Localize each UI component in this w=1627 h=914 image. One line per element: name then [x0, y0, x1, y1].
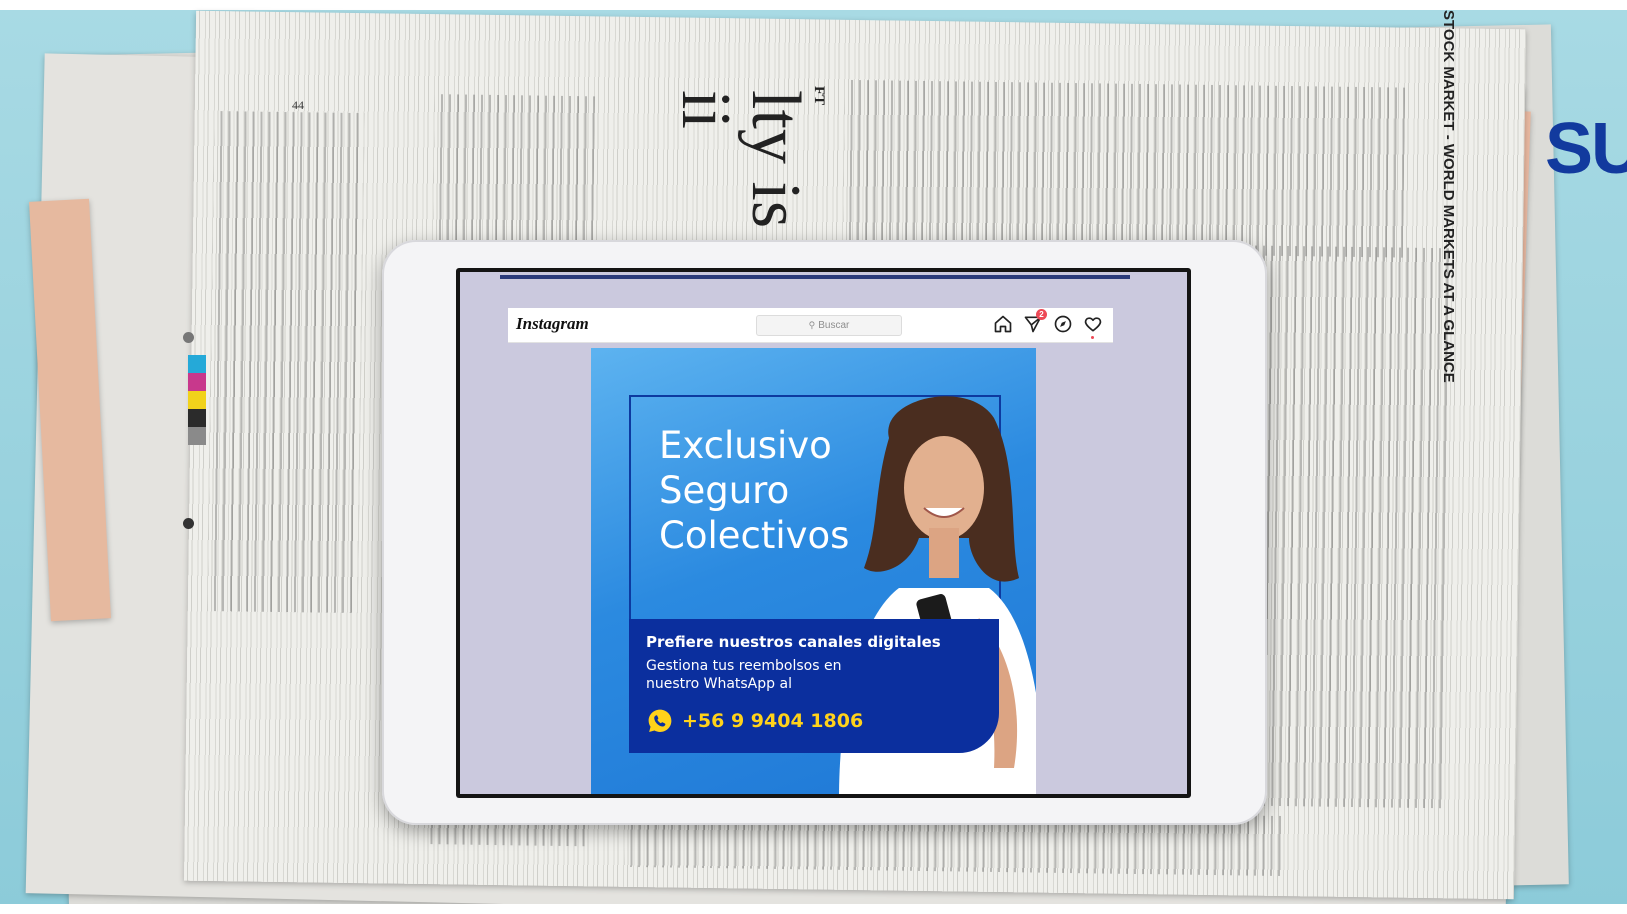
brand-logo-fragment: SU — [1545, 109, 1627, 189]
heart-icon[interactable] — [1083, 314, 1103, 339]
activity-dot — [1091, 336, 1094, 339]
search-placeholder: Buscar — [818, 320, 850, 331]
instagram-post-image[interactable]: Exclusivo Seguro Colectivos Prefiere nue… — [591, 348, 1036, 794]
phone-number: +56 9 9404 1806 — [682, 710, 864, 732]
registration-dot — [183, 332, 194, 343]
search-icon: ⚲ — [808, 320, 816, 330]
whatsapp-contact[interactable]: +56 9 9404 1806 — [646, 707, 863, 735]
newspaper-side-header: STOCK MARKET - WORLD MARKETS AT A GLANCE — [1440, 10, 1457, 383]
whatsapp-icon — [648, 709, 672, 732]
tablet-device: Instagram ⚲ Buscar 2 Exclusivo Seguro Co… — [382, 240, 1267, 825]
cta-title: Prefiere nuestros canales digitales — [646, 633, 941, 651]
instagram-nav-icons: 2 — [993, 309, 1103, 339]
background-scene: lty is ii FT STOCK MARKET - WORLD MARKET… — [0, 0, 1627, 914]
text-column — [207, 111, 365, 614]
notification-badge: 2 — [1036, 309, 1047, 320]
top-border — [0, 0, 1627, 10]
bottom-border — [0, 904, 1627, 914]
cta-panel: Prefiere nuestros canales digitales Gest… — [629, 619, 999, 753]
page-number: 44 — [292, 98, 304, 112]
ft-mark: FT — [811, 86, 827, 106]
instagram-header: Instagram ⚲ Buscar 2 — [508, 308, 1113, 343]
instagram-logo[interactable]: Instagram — [516, 314, 589, 334]
home-icon[interactable] — [993, 314, 1013, 334]
search-input[interactable]: ⚲ Buscar — [756, 315, 902, 336]
newspaper-headline: lty is ii — [667, 90, 814, 229]
cta-body: Gestiona tus reembolsos en nuestro Whats… — [646, 658, 842, 692]
screen-top-accent — [500, 275, 1130, 279]
tablet-display: Instagram ⚲ Buscar 2 Exclusivo Seguro Co… — [460, 272, 1187, 794]
explore-icon[interactable] — [1053, 314, 1073, 334]
cmyk-color-bar — [188, 355, 206, 445]
direct-icon[interactable]: 2 — [1023, 309, 1047, 334]
tablet-screen-bezel: Instagram ⚲ Buscar 2 Exclusivo Seguro Co… — [456, 268, 1191, 798]
text-column — [842, 79, 1406, 258]
registration-dot — [183, 518, 194, 529]
